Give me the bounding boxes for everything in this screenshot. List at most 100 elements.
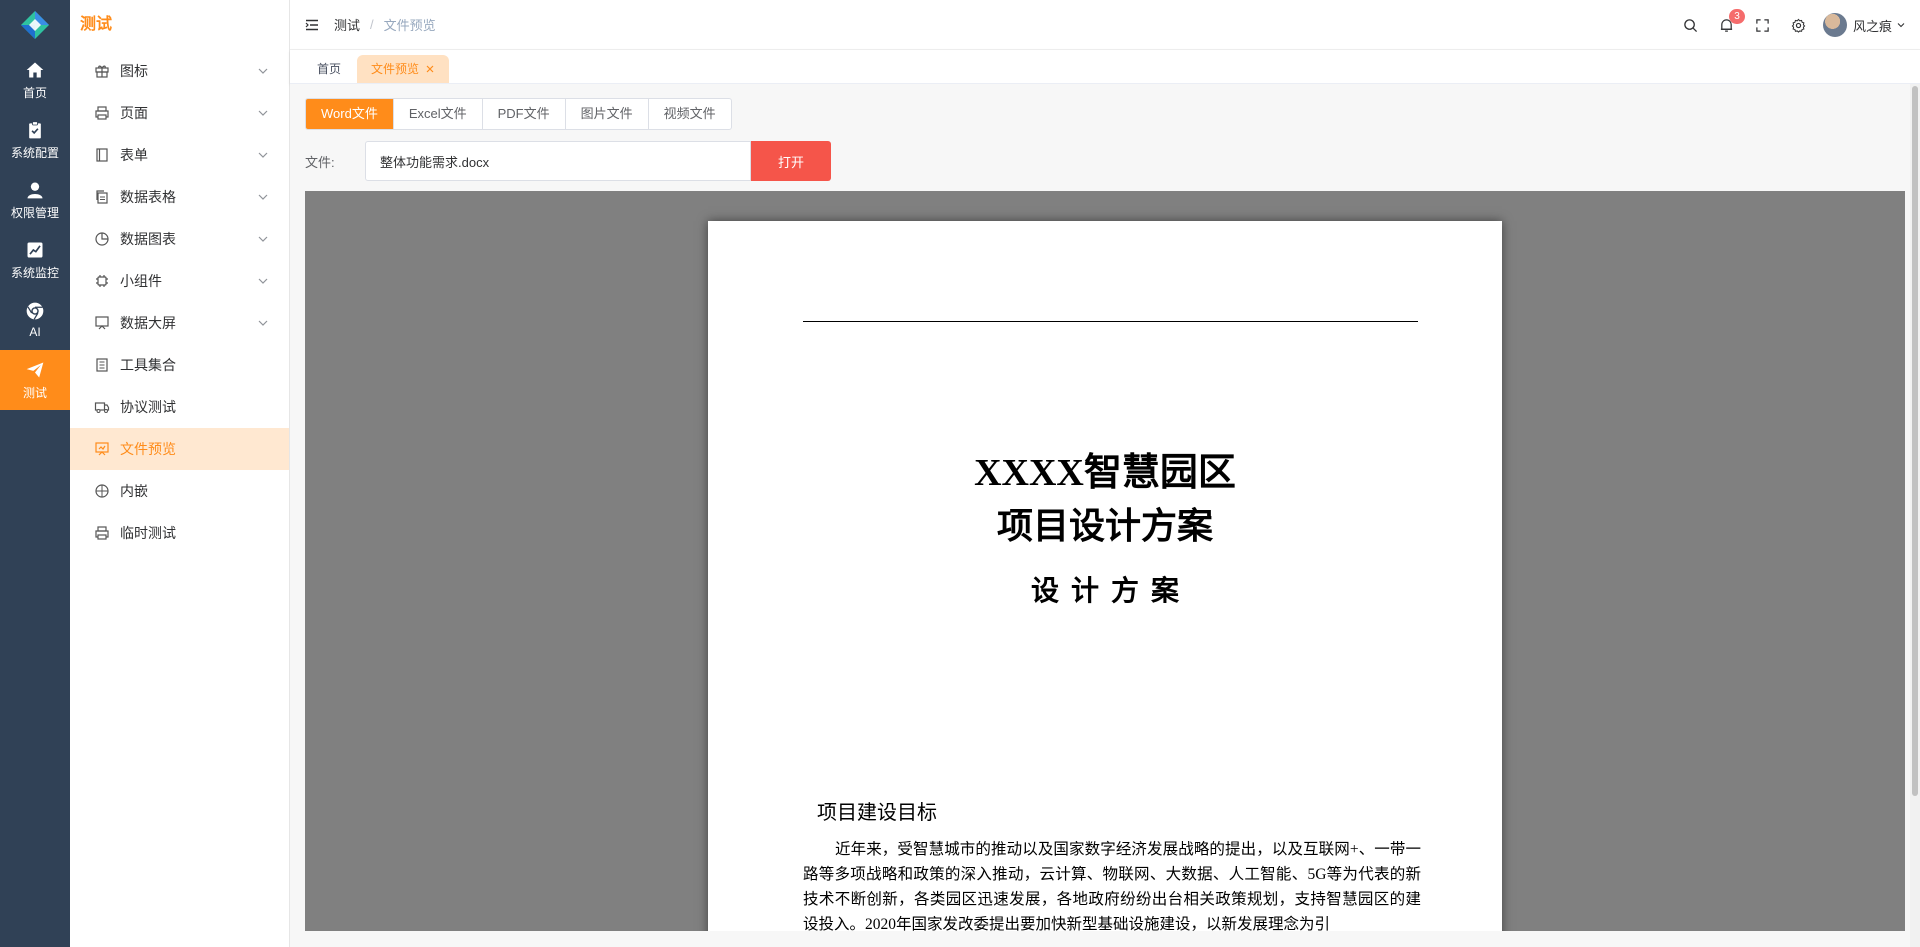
tab-pdf[interactable]: PDF文件	[481, 99, 565, 129]
notebook-icon	[94, 147, 110, 163]
chevron-down-icon	[257, 191, 269, 203]
gear-icon	[1792, 18, 1806, 33]
rail-item-label: 权限管理	[10, 205, 59, 220]
sidebar-item-label: 临时测试	[120, 525, 176, 541]
file-type-tabs: Word文件 Excel文件 PDF文件 图片文件 视频文件	[305, 98, 732, 130]
cpu-icon	[94, 273, 110, 289]
printer-icon	[94, 525, 110, 541]
tag-file-preview[interactable]: 文件预览	[357, 55, 450, 83]
document-subtitle: 设计方案	[1030, 575, 1191, 606]
rail-item-home[interactable]: 首页	[0, 50, 70, 110]
sidebar-item-label: 表单	[120, 147, 148, 163]
breadcrumb-separator: /	[370, 17, 374, 32]
file-path-input[interactable]	[365, 141, 751, 181]
top-header: 测试 / 文件预览 3 风之痕	[290, 0, 1920, 50]
tickets-icon	[94, 357, 110, 373]
chevron-down-icon	[257, 317, 269, 329]
tab-image[interactable]: 图片文件	[564, 99, 648, 129]
header-rule	[803, 321, 1418, 322]
document-title-line1: XXXX智慧园区	[974, 452, 1236, 494]
sidebar-item-tools[interactable]: 工具集合	[70, 344, 289, 386]
rail-item-label: 系统监控	[10, 265, 59, 280]
sidebar-item-label: 内嵌	[120, 483, 148, 499]
basketball-icon	[94, 483, 110, 499]
tab-word[interactable]: Word文件	[306, 99, 393, 129]
sidebar-item-icons[interactable]: 图标	[70, 50, 289, 92]
line-chart-icon	[27, 242, 43, 257]
fullscreen-button[interactable]	[1745, 0, 1781, 50]
notification-badge: 3	[1728, 9, 1745, 24]
home-icon	[26, 62, 44, 77]
clipboard-check-icon	[29, 120, 41, 138]
settings-button[interactable]	[1781, 0, 1817, 50]
tab-excel[interactable]: Excel文件	[392, 99, 482, 129]
chevron-down-icon	[257, 65, 269, 77]
sidebar-item-label: 协议测试	[120, 399, 176, 415]
sidebar-item-label: 小组件	[120, 273, 162, 289]
document-viewer[interactable]: XXXX智慧园区 项目设计方案 设计方案 项目建设目标 近年来，受智慧城市的推动…	[305, 191, 1905, 931]
rail-item-system-config[interactable]: 系统配置	[0, 110, 70, 170]
chevron-down-icon	[257, 107, 269, 119]
chevron-down-icon	[257, 233, 269, 245]
sidebar-item-data-table[interactable]: 数据表格	[70, 176, 289, 218]
sidebar-item-data-chart[interactable]: 数据图表	[70, 218, 289, 260]
open-button[interactable]: 打开	[751, 141, 831, 181]
sidebar-item-forms[interactable]: 表单	[70, 134, 289, 176]
document-page: XXXX智慧园区 项目设计方案 设计方案 项目建设目标 近年来，受智慧城市的推动…	[708, 221, 1502, 931]
rail-item-test[interactable]: 测试	[0, 350, 70, 410]
avatar	[1822, 13, 1847, 37]
pie-chart-icon	[94, 231, 110, 247]
sidebar-item-widgets[interactable]: 小组件	[70, 260, 289, 302]
tab-video[interactable]: 视频文件	[647, 99, 731, 129]
sidebar-item-protocol-test[interactable]: 协议测试	[70, 386, 289, 428]
sidebar-item-label: 数据表格	[120, 189, 176, 205]
sidebar-item-label: 页面	[120, 105, 148, 121]
menu-toggle-icon[interactable]	[304, 17, 320, 33]
scrollbar-thumb[interactable]	[1912, 86, 1918, 796]
rail-item-ai[interactable]: AI	[0, 290, 70, 350]
rail-item-monitor[interactable]: 系统监控	[0, 230, 70, 290]
app-rail: 首页 系统配置 权限管理 系统监控 AI 测试	[0, 0, 70, 947]
copy-document-icon	[94, 189, 110, 205]
gift-icon	[94, 63, 110, 79]
sidebar-item-embedded[interactable]: 内嵌	[70, 470, 289, 512]
rail-item-label: 首页	[22, 85, 47, 100]
app-logo[interactable]	[0, 0, 70, 50]
page-scrollbar[interactable]	[1910, 84, 1920, 947]
sidebar-item-data-screen[interactable]: 数据大屏	[70, 302, 289, 344]
tag-home[interactable]: 首页	[303, 55, 355, 83]
section-paragraph: 近年来，受智慧城市的推动以及国家数字经济发展战略的提出，以及互联网+、一带一路等…	[803, 841, 1421, 931]
data-analysis-icon	[94, 441, 110, 457]
notification-button[interactable]: 3	[1709, 0, 1745, 50]
rail-item-permissions[interactable]: 权限管理	[0, 170, 70, 230]
sidebar-item-label: 图标	[120, 63, 148, 79]
logo-icon	[21, 11, 49, 39]
sidebar-item-temp-test[interactable]: 临时测试	[70, 512, 289, 554]
file-label: 文件:	[305, 154, 335, 170]
sidebar-item-label: 工具集合	[120, 357, 176, 373]
user-menu[interactable]: 风之痕	[1822, 13, 1920, 37]
file-row: 文件: 打开	[305, 141, 831, 181]
sidebar-item-label: 数据大屏	[120, 315, 176, 331]
breadcrumb-item[interactable]: 测试	[334, 15, 360, 34]
van-icon	[94, 399, 110, 415]
sidebar-item-label: 文件预览	[120, 441, 176, 457]
search-icon	[1684, 18, 1698, 32]
section-heading: 项目建设目标	[817, 802, 937, 824]
rail-item-label: AI	[29, 325, 41, 339]
tags-view: 首页 文件预览	[290, 50, 1920, 84]
data-board-icon	[94, 315, 110, 331]
chevron-down-icon	[257, 149, 269, 161]
chevron-down-icon	[257, 275, 269, 287]
sidebar-item-file-preview[interactable]: 文件预览	[70, 428, 289, 470]
chrome-icon	[26, 302, 44, 320]
username: 风之痕	[1852, 18, 1892, 34]
sidebar-item-pages[interactable]: 页面	[70, 92, 289, 134]
search-button[interactable]	[1673, 0, 1709, 50]
tag-label: 文件预览	[371, 62, 420, 76]
header-actions: 3 风之痕	[1673, 0, 1920, 50]
chevron-down-icon	[1896, 20, 1906, 30]
close-icon[interactable]	[425, 64, 435, 74]
sidebar-title: 测试	[80, 16, 113, 33]
breadcrumb-item-current: 文件预览	[383, 18, 436, 33]
